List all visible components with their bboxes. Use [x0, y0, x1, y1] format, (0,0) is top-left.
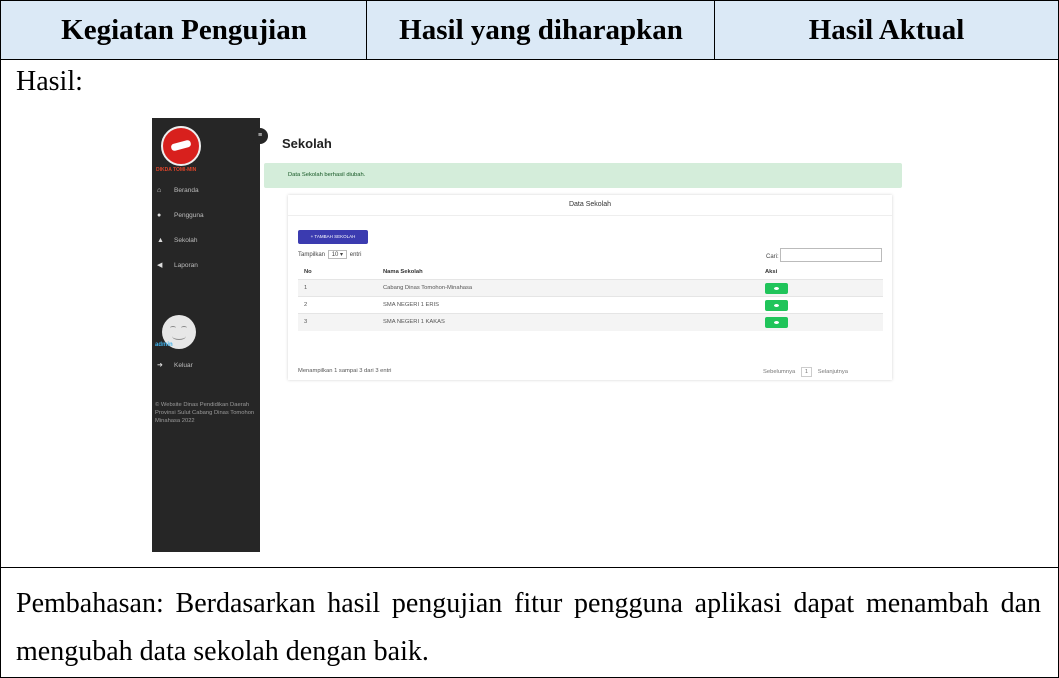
add-school-button[interactable]: + TAMBAH SEKOLAH — [298, 230, 368, 244]
brand-text: DIKDA TOMI-MIN — [156, 167, 197, 173]
table-info: Menampilkan 1 sampai 3 dari 3 entri — [298, 368, 392, 374]
column-header-no[interactable]: No — [304, 269, 312, 275]
row-name: SMA NEGERI 1 ERIS — [383, 302, 440, 308]
logo-icon — [161, 126, 201, 166]
view-button[interactable] — [765, 283, 788, 294]
menu-toggle-icon[interactable]: ≡ — [252, 128, 268, 144]
page-length-control: Tampilkan 10 ▾ entri — [298, 250, 361, 259]
sidebar-item-beranda[interactable]: ⌂ Beranda — [152, 184, 260, 198]
success-alert: Data Sekolah berhasil diubah. — [264, 163, 902, 188]
page-number-button[interactable]: 1 — [800, 367, 813, 377]
length-suffix: entri — [349, 252, 362, 258]
search-label: Cari: — [766, 254, 779, 260]
row-name: SMA NEGERI 1 KAKAS — [383, 319, 445, 325]
search-input[interactable] — [780, 248, 882, 262]
card-title: Data Sekolah — [568, 201, 612, 208]
sidebar-item-label: Sekolah — [174, 237, 198, 244]
divider — [288, 215, 892, 216]
prev-page-link[interactable]: Sebelumnya — [763, 369, 795, 375]
header-kegiatan: Kegiatan Pengujian — [0, 0, 368, 60]
logout-icon: ➜ — [157, 362, 163, 369]
column-header-nama-sekolah[interactable]: Nama Sekolah — [383, 269, 423, 275]
table-row: 3 SMA NEGERI 1 KAKAS — [298, 313, 883, 331]
copyright-text: © Website Dinas Pendidikan Daerah Provin… — [155, 402, 255, 424]
user-icon: ● — [157, 212, 162, 219]
page-title: Sekolah — [282, 136, 332, 151]
data-card: Data Sekolah + TAMBAH SEKOLAH Tampilkan … — [288, 195, 892, 380]
view-button[interactable] — [765, 300, 788, 311]
row-no: 1 — [304, 285, 308, 291]
sidebar-item-label: Pengguna — [174, 212, 204, 219]
app-screenshot: DIKDA TOMI-MIN ⌂ Beranda ● Pengguna ▲ Se… — [152, 118, 904, 552]
row-no: 2 — [304, 302, 308, 308]
length-select[interactable]: 10 ▾ — [327, 250, 348, 259]
view-button[interactable] — [765, 317, 788, 328]
table-row: 2 SMA NEGERI 1 ERIS — [298, 296, 883, 314]
header-hasil-diharapkan: Hasil yang diharapkan — [366, 0, 716, 60]
discussion-text: Pembahasan: Berdasarkan hasil pengujian … — [16, 588, 1041, 667]
test-table: Kegiatan Pengujian Hasil yang diharapkan… — [0, 0, 1059, 678]
row-name: Cabang Dinas Tomohon-Minahasa — [383, 285, 473, 291]
send-icon: ◀ — [157, 262, 163, 269]
sidebar-item-laporan[interactable]: ◀ Laporan — [152, 259, 260, 273]
sidebar-item-sekolah[interactable]: ▲ Sekolah — [152, 234, 260, 248]
sidebar: DIKDA TOMI-MIN ⌂ Beranda ● Pengguna ▲ Se… — [152, 118, 260, 552]
sidebar-item-pengguna[interactable]: ● Pengguna — [152, 209, 260, 223]
row-no: 3 — [304, 319, 308, 325]
pagination: Sebelumnya 1 Selanjutnya — [763, 367, 848, 377]
sidebar-item-label: Laporan — [174, 262, 198, 269]
logout-button[interactable]: ➜ Keluar — [152, 359, 260, 373]
table-row: 1 Cabang Dinas Tomohon-Minahasa — [298, 279, 883, 297]
length-value: 10 — [331, 252, 339, 258]
home-icon: ⌂ — [157, 187, 162, 194]
header-hasil-aktual: Hasil Aktual — [714, 0, 1059, 60]
result-label: Hasil: — [16, 66, 83, 97]
next-page-link[interactable]: Selanjutnya — [818, 369, 848, 375]
logout-label: Keluar — [174, 362, 193, 369]
length-prefix: Tampilkan — [298, 252, 326, 258]
column-header-aksi[interactable]: Aksi — [765, 269, 777, 275]
user-name: admin — [155, 342, 173, 348]
sidebar-item-label: Beranda — [174, 187, 199, 194]
school-icon: ▲ — [157, 237, 164, 244]
